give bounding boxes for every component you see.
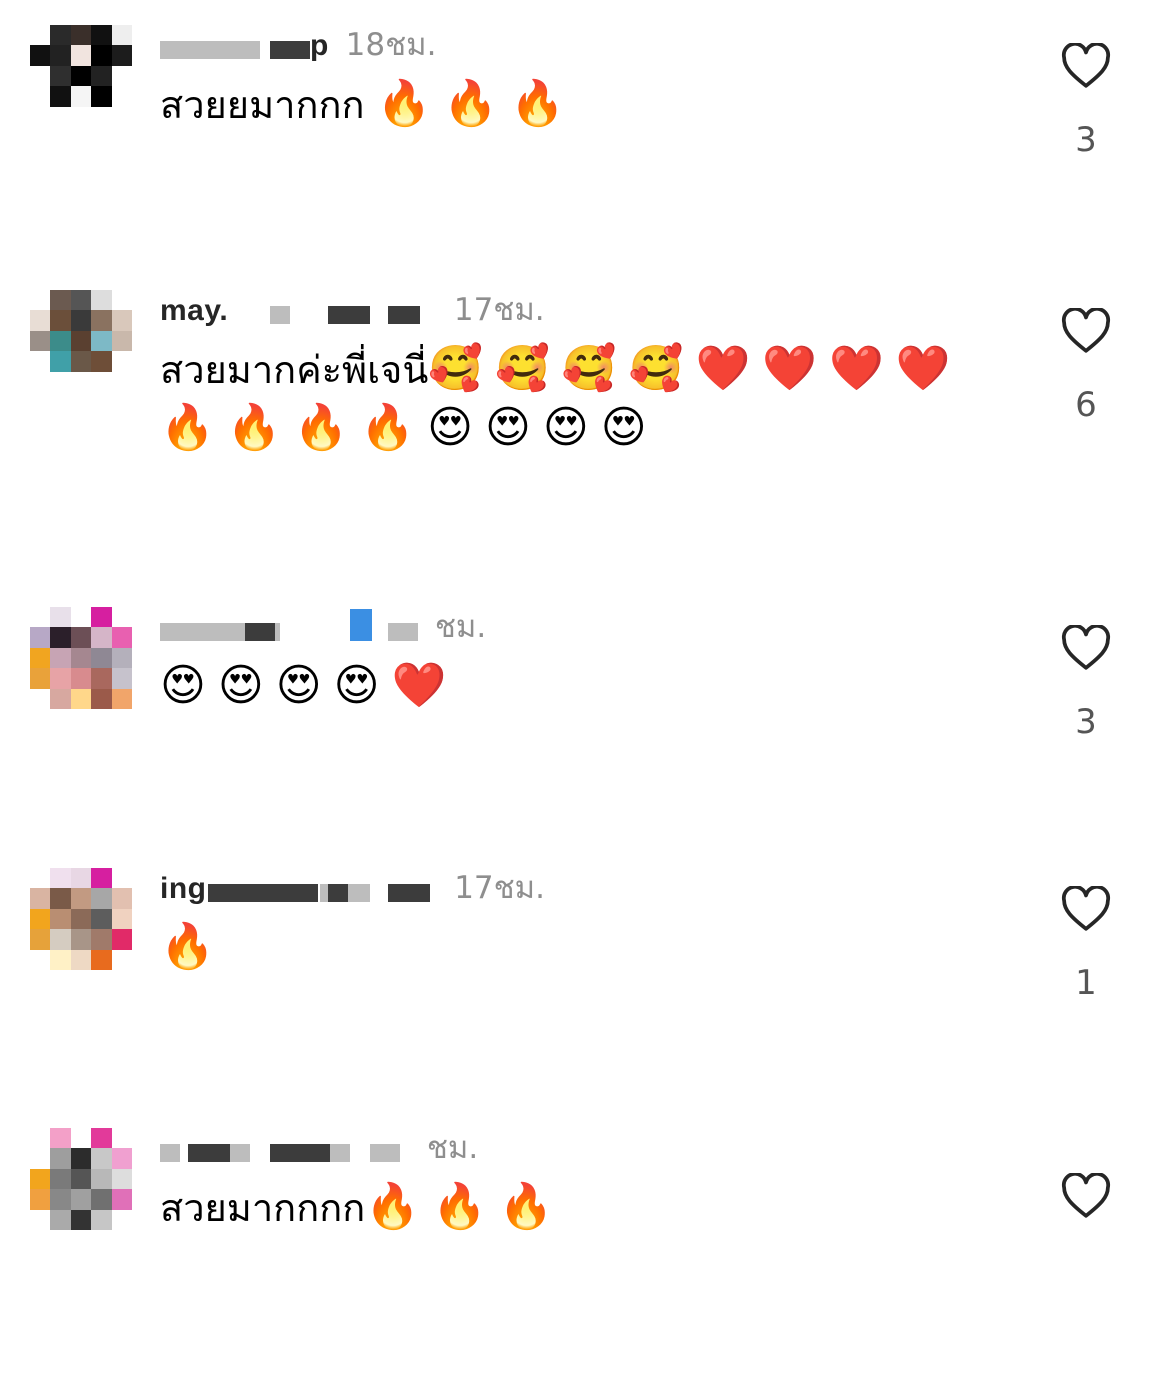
username[interactable]: ing <box>160 872 446 905</box>
like-button[interactable] <box>1061 624 1111 671</box>
comment-text: สวยยมากกก 🔥🔥🔥 <box>160 75 990 134</box>
username[interactable]: may. <box>160 294 446 327</box>
avatar[interactable] <box>30 25 132 127</box>
heart-outline-icon <box>1061 1172 1111 1218</box>
comment-item: ชม. สวยมากกกก🔥🔥🔥 <box>0 1128 1170 1378</box>
heart-outline-icon <box>1061 307 1111 353</box>
comment-body: สวยมากกกก <box>160 1186 366 1230</box>
username[interactable] <box>160 1132 419 1165</box>
comment-meta: may. 17ชม. <box>160 290 545 330</box>
heart-outline-icon <box>1061 885 1111 931</box>
comment-item: ing 17ชม. 🔥 1 <box>0 868 1170 1118</box>
timestamp: 18ชม. <box>345 27 437 63</box>
username[interactable] <box>160 609 427 644</box>
comment-text: สวยมากกกก🔥🔥🔥 <box>160 1178 990 1237</box>
comment-meta: ชม. <box>160 1128 478 1168</box>
like-button[interactable] <box>1061 42 1111 89</box>
comment-item: ชม. 😍😍😍😍❤️ 3 <box>0 607 1170 857</box>
comment-emojis: 😍😍😍😍❤️ <box>160 660 459 711</box>
comment-body: สวยยมากกก <box>160 83 365 127</box>
comment-emojis: 🔥 <box>160 921 227 972</box>
timestamp: 17ชม. <box>454 870 545 906</box>
timestamp: 17ชม. <box>453 292 545 328</box>
comment-text: 😍😍😍😍❤️ <box>160 657 990 716</box>
comment-emojis: 🔥🔥🔥 <box>376 78 577 129</box>
like-count: 3 <box>1075 702 1097 742</box>
like-count: 3 <box>1075 120 1097 160</box>
like-button[interactable] <box>1061 307 1111 354</box>
comment-emojis: 🔥🔥🔥 <box>365 1181 566 1232</box>
like-button[interactable] <box>1061 885 1111 932</box>
heart-outline-icon <box>1061 42 1111 88</box>
comment-meta: ing 17ชม. <box>160 868 545 908</box>
heart-outline-icon <box>1061 624 1111 670</box>
comment-body: สวยมากค่ะพี่เจนี่ <box>160 348 429 392</box>
like-button[interactable] <box>1061 1172 1111 1219</box>
avatar[interactable] <box>30 607 132 709</box>
comment-meta: ชม. <box>160 607 486 647</box>
timestamp: ชม. <box>434 609 487 645</box>
comment-text: สวยมากค่ะพี่เจนี่🥰🥰🥰🥰❤️❤️❤️❤️🔥🔥🔥🔥😍😍😍😍 <box>160 340 990 458</box>
username[interactable]: p <box>160 29 338 62</box>
timestamp: ชม. <box>426 1130 479 1166</box>
avatar[interactable] <box>30 868 132 970</box>
comment-meta: p 18ชม. <box>160 25 436 65</box>
avatar[interactable] <box>30 290 132 392</box>
comment-text: 🔥 <box>160 918 990 977</box>
like-count: 1 <box>1075 963 1097 1003</box>
comment-item: p 18ชม. สวยยมากกก 🔥🔥🔥 3 <box>0 25 1170 275</box>
comment-item: may. 17ชม. สวยมากค่ะพี่เจนี่🥰🥰🥰🥰❤️❤️❤️❤️… <box>0 290 1170 540</box>
avatar[interactable] <box>30 1128 132 1230</box>
like-count: 6 <box>1075 385 1097 425</box>
